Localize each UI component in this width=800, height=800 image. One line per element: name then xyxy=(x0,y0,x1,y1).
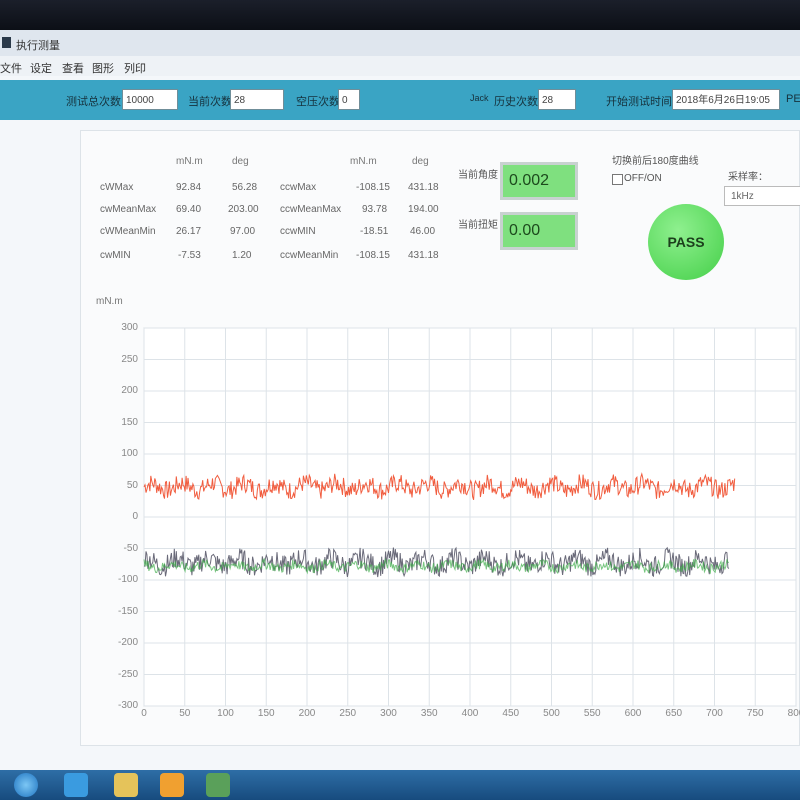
stat-deg: 1.20 xyxy=(232,250,252,261)
app-icon[interactable] xyxy=(206,773,230,797)
y-tick-label: -100 xyxy=(117,574,138,585)
stat-deg: 431.18 xyxy=(408,182,439,193)
window-title: 执行测量 xyxy=(16,40,60,52)
x-tick-label: 350 xyxy=(420,708,438,719)
x-tick-label: 650 xyxy=(665,708,683,719)
stat-label: ccwMeanMin xyxy=(280,250,339,261)
sampling-label: 采样率： xyxy=(728,172,768,183)
y-tick-label: -200 xyxy=(117,637,138,648)
y-tick-label: -50 xyxy=(123,542,138,554)
stat-deg: 56.28 xyxy=(232,182,258,193)
folder-icon[interactable] xyxy=(114,773,138,797)
x-tick-label: 200 xyxy=(298,708,316,719)
history-count-label: 历史次数 xyxy=(494,96,538,108)
x-tick-label: 50 xyxy=(179,708,191,719)
x-tick-label: 250 xyxy=(339,708,357,719)
unit-header: mN.m xyxy=(176,156,203,167)
stat-value: 92.84 xyxy=(176,182,202,193)
stat-deg: 203.00 xyxy=(228,204,259,215)
history-count-field[interactable]: 28 xyxy=(538,89,576,110)
stat-label: cwMIN xyxy=(100,250,131,261)
y-tick-label: 100 xyxy=(121,448,138,459)
x-tick-label: 700 xyxy=(706,708,723,719)
stat-value: 93.78 xyxy=(362,204,388,215)
current-torque-display: 0.00 xyxy=(500,212,578,250)
x-tick-label: 800 xyxy=(787,708,800,719)
y-tick-label: 150 xyxy=(121,416,138,428)
menu-view[interactable]: 查看 xyxy=(62,60,84,76)
toolbar-right-cut: PED xyxy=(786,93,800,105)
current-angle-display: 0.002 xyxy=(500,162,578,200)
y-tick-label: 300 xyxy=(121,322,138,333)
history-prefix: Jack xyxy=(470,93,489,103)
y-tick-label: -150 xyxy=(117,605,138,617)
stat-deg: 431.18 xyxy=(408,250,439,261)
unit-header: deg xyxy=(412,156,429,167)
idle-count-label: 空压次数 xyxy=(296,96,340,108)
screen: 执行测量 文件 设定 查看 图形 列印 测试总次数 10000 当前次数 28 … xyxy=(0,30,800,770)
menu-settings[interactable]: 设定 xyxy=(30,60,52,76)
menu-file[interactable]: 文件 xyxy=(0,60,22,76)
browser-icon[interactable] xyxy=(64,773,88,797)
start-time-label: 开始测试时间 xyxy=(606,96,672,108)
curve-toggle-checkbox[interactable] xyxy=(612,174,623,185)
y-tick-label: 50 xyxy=(126,479,138,491)
taskbar xyxy=(0,770,800,800)
stat-value: 26.17 xyxy=(176,226,202,237)
monitor-bezel xyxy=(0,0,800,30)
start-time-field[interactable]: 2018年6月26日19:05 xyxy=(672,89,780,110)
unit-header: deg xyxy=(232,156,249,167)
x-tick-label: 550 xyxy=(583,708,601,719)
curve-toggle-label: 切换前后180度曲线 xyxy=(612,156,699,167)
start-button[interactable] xyxy=(14,773,38,797)
stat-label: cwMeanMax xyxy=(100,204,157,215)
stat-label: cWMax xyxy=(100,182,134,193)
x-tick-label: 300 xyxy=(380,708,397,719)
app-icon xyxy=(2,37,11,48)
x-tick-label: 500 xyxy=(543,708,560,719)
stat-label: ccwMeanMax xyxy=(280,204,342,215)
y-tick-label: 200 xyxy=(121,385,138,396)
idle-count-field[interactable]: 0 xyxy=(338,89,360,110)
y-tick-label: 0 xyxy=(132,511,138,522)
test-count-field[interactable]: 10000 xyxy=(122,89,178,110)
current-angle-label: 当前角度 xyxy=(458,170,498,181)
x-tick-label: 600 xyxy=(624,708,642,719)
x-tick-label: 400 xyxy=(461,708,479,719)
stat-deg: 46.00 xyxy=(410,226,436,237)
test-count-label: 测试总次数 xyxy=(66,96,121,108)
stat-label: cWMeanMin xyxy=(100,226,156,237)
menu-bar: 文件 设定 查看 图形 列印 xyxy=(0,56,800,76)
title-bar: 执行测量 xyxy=(0,30,800,56)
x-tick-label: 450 xyxy=(502,708,520,719)
stat-deg: 97.00 xyxy=(230,226,256,237)
stat-value: -7.53 xyxy=(178,250,201,261)
toolbar: 测试总次数 10000 当前次数 28 空压次数 0 Jack 历史次数 28 … xyxy=(0,80,800,120)
unit-header: mN.m xyxy=(350,156,377,167)
current-count-field[interactable]: 28 xyxy=(230,89,284,110)
y-tick-label: -250 xyxy=(117,668,138,680)
y-tick-label: 250 xyxy=(121,353,138,365)
x-tick-label: 150 xyxy=(257,708,275,719)
x-tick-label: 100 xyxy=(217,708,234,719)
y-axis-label: mN.m xyxy=(96,296,123,307)
result-pass-indicator: PASS xyxy=(648,204,724,280)
stat-value: -108.15 xyxy=(356,250,390,261)
stat-label: ccwMIN xyxy=(280,226,316,237)
current-torque-label: 当前扭矩 xyxy=(458,220,498,231)
stat-deg: 194.00 xyxy=(408,204,439,215)
media-icon[interactable] xyxy=(160,773,184,797)
menu-print[interactable]: 列印 xyxy=(124,60,146,76)
x-tick-label: 0 xyxy=(141,708,147,719)
curve-toggle-option: OFF/ON xyxy=(624,173,662,184)
menu-graph[interactable]: 图形 xyxy=(92,60,114,76)
stat-value: -108.15 xyxy=(356,182,390,193)
current-count-label: 当前次数 xyxy=(188,96,232,108)
sampling-select[interactable]: 1kHz xyxy=(724,186,800,206)
stat-label: ccwMax xyxy=(280,182,317,193)
stat-value: -18.51 xyxy=(360,226,389,237)
stat-value: 69.40 xyxy=(176,204,202,215)
x-tick-label: 750 xyxy=(746,708,764,719)
